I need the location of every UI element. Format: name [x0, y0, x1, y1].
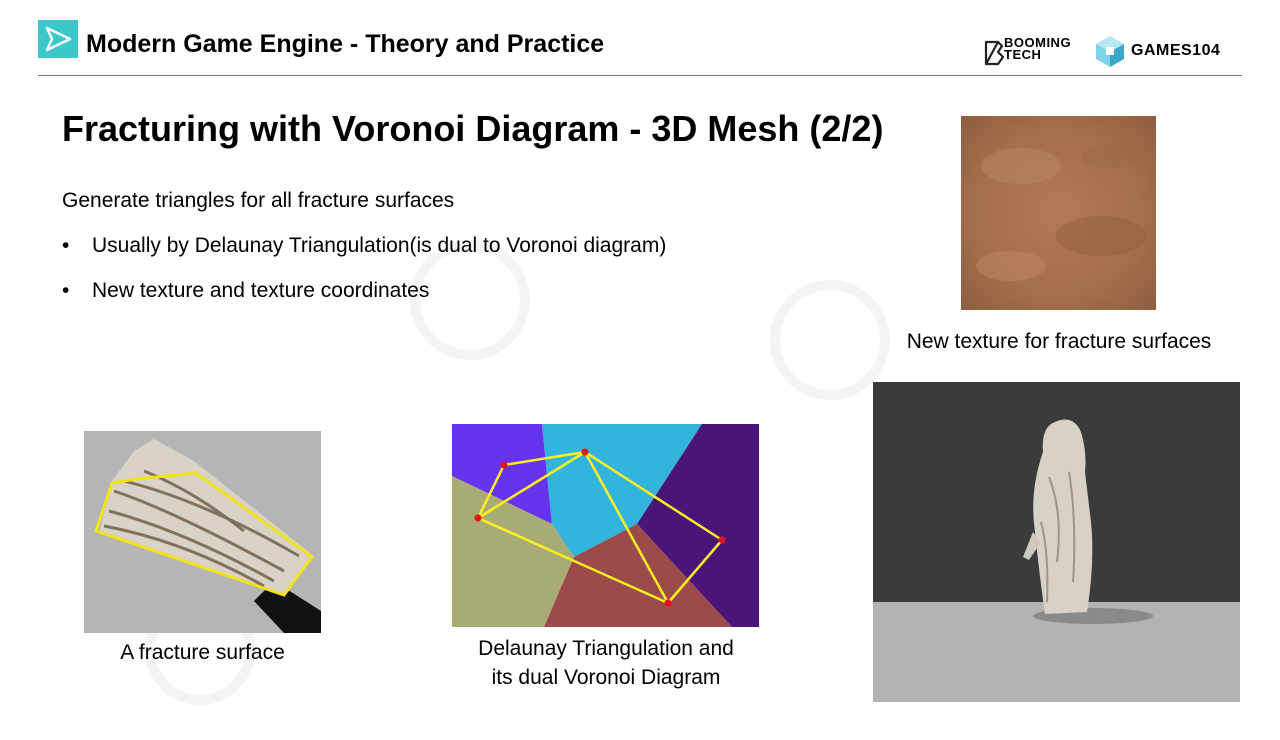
fracture-texture-image: [961, 116, 1156, 310]
voronoi-delaunay-diagram: [452, 424, 759, 627]
bullet-dot: •: [62, 279, 70, 302]
voronoi-caption-line: its dual Voronoi Diagram: [491, 666, 721, 689]
bullet-item: • New texture and texture coordinates: [62, 279, 429, 303]
games104-logo-text: GAMES104: [1131, 42, 1221, 59]
bullet-text: New texture and texture coordinates: [92, 279, 430, 302]
header-divider: [38, 75, 1242, 76]
slide-title: Fracturing with Voronoi Diagram - 3D Mes…: [62, 108, 884, 149]
voronoi-caption-line: Delaunay Triangulation and: [478, 637, 734, 660]
fracture-surface-image: [84, 431, 321, 633]
games104-logo-icon: [1096, 36, 1124, 67]
voronoi-caption: Delaunay Triangulation and its dual Voro…: [420, 634, 792, 692]
bullet-dot: •: [62, 234, 70, 257]
course-logo-icon: [38, 20, 78, 58]
booming-tech-logo-text: BOOMING TECH: [1004, 35, 1072, 62]
bullet-text: Usually by Delaunay Triangulation(is dua…: [92, 234, 667, 257]
statue-render-image: [873, 382, 1240, 702]
texture-caption: New texture for fracture surfaces: [906, 330, 1212, 353]
header-title: Modern Game Engine - Theory and Practice: [86, 30, 605, 58]
fracture-caption: A fracture surface: [120, 641, 285, 664]
bullet-item: • Usually by Delaunay Triangulation(is du…: [62, 234, 666, 258]
intro-text: Generate triangles for all fracture surf…: [62, 189, 455, 212]
